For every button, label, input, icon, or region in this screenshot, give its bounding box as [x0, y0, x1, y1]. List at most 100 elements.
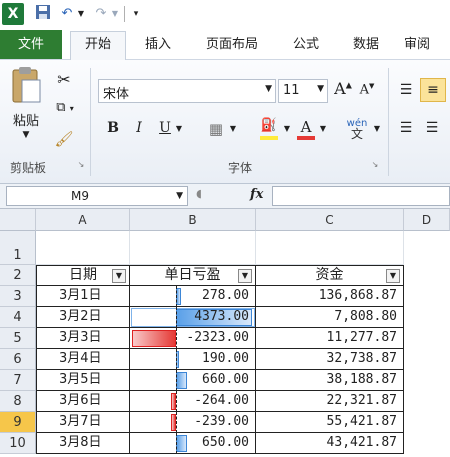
insert-function-icon[interactable]: fx: [250, 187, 263, 202]
tab-home[interactable]: 开始: [70, 31, 126, 60]
customize-qat-icon[interactable]: ▾: [130, 4, 142, 24]
filter-dropdown-icon[interactable]: ▼: [386, 269, 400, 283]
header-cell-date[interactable]: 日期 ▼: [36, 265, 130, 286]
underline-button[interactable]: U: [156, 120, 174, 136]
cell-date[interactable]: 3月2日: [36, 307, 130, 328]
cell-daily-pl[interactable]: 4373.00: [130, 307, 256, 328]
font-color-dropdown-icon[interactable]: ▼: [318, 124, 328, 133]
paste-dropdown-icon[interactable]: ▼: [18, 130, 34, 140]
cut-icon[interactable]: ✂: [54, 70, 74, 89]
fill-color-dropdown-icon[interactable]: ▼: [282, 124, 292, 133]
bold-button[interactable]: B: [104, 120, 122, 136]
cell-date[interactable]: 3月7日: [36, 412, 130, 433]
column-header-c[interactable]: C: [256, 209, 404, 231]
row-header-4[interactable]: 4: [0, 307, 36, 328]
cell-date[interactable]: 3月4日: [36, 349, 130, 370]
undo-dropdown-icon[interactable]: ▼: [76, 4, 86, 24]
font-color-button[interactable]: A: [296, 118, 316, 140]
grow-font-button[interactable]: A▲: [332, 79, 354, 98]
row-header-9[interactable]: 9: [0, 412, 36, 433]
column-header-d[interactable]: D: [404, 209, 450, 231]
group-separator: [388, 68, 389, 176]
cell-date[interactable]: 3月6日: [36, 391, 130, 412]
cell-date[interactable]: 3月3日: [36, 328, 130, 349]
cell-fund[interactable]: 7,808.80: [256, 307, 404, 328]
row-header-5[interactable]: 5: [0, 328, 36, 349]
cell-a1[interactable]: [36, 231, 130, 265]
cell-daily-pl[interactable]: -2323.00: [130, 328, 256, 349]
formula-bar: M9 ▼ ◖ fx: [0, 184, 450, 209]
row-header-6[interactable]: 6: [0, 349, 36, 370]
name-box[interactable]: M9 ▼: [6, 186, 188, 206]
save-icon[interactable]: [34, 4, 52, 24]
tab-formulas[interactable]: 公式: [286, 32, 326, 58]
cell-fund[interactable]: 11,277.87: [256, 328, 404, 349]
cell-fund[interactable]: 38,188.87: [256, 370, 404, 391]
cell-b1[interactable]: [130, 231, 256, 265]
formula-input[interactable]: [272, 186, 450, 206]
shrink-font-button[interactable]: A▼: [356, 82, 378, 97]
cell-fund[interactable]: 22,321.87: [256, 391, 404, 412]
row-header-10[interactable]: 10: [0, 433, 36, 454]
align-left-icon[interactable]: ☰: [396, 120, 416, 136]
cell-fund[interactable]: 43,421.87: [256, 433, 404, 454]
select-all-corner[interactable]: [0, 209, 36, 231]
cell-daily-pl[interactable]: 660.00: [130, 370, 256, 391]
fill-color-icon[interactable]: ⛽: [258, 118, 280, 140]
filter-dropdown-icon[interactable]: ▼: [238, 269, 252, 283]
row-header-8[interactable]: 8: [0, 391, 36, 412]
tab-data[interactable]: 数据: [346, 32, 386, 58]
excel-app-icon[interactable]: X: [2, 3, 24, 25]
undo-icon[interactable]: ↶: [58, 4, 76, 24]
redo-dropdown-icon[interactable]: ▼: [110, 4, 120, 24]
column-header-b[interactable]: B: [130, 209, 256, 231]
cell-date[interactable]: 3月8日: [36, 433, 130, 454]
font-launcher-icon[interactable]: ↘: [370, 160, 380, 169]
copy-icon[interactable]: ⧉ ▾: [52, 100, 78, 115]
redo-icon[interactable]: ↷: [92, 4, 110, 24]
cell-daily-pl[interactable]: 278.00: [130, 286, 256, 307]
row-header-3[interactable]: 3: [0, 286, 36, 307]
cell-daily-pl[interactable]: 650.00: [130, 433, 256, 454]
align-top-icon[interactable]: ☰: [396, 82, 416, 98]
ribbon-home: 粘贴 ▼ ✂ ⧉ ▾ 🖌 剪贴板 ↘ 宋体 ▼ 11 ▼ A▲ A▼ B I U…: [0, 60, 450, 184]
cell-fund[interactable]: 55,421.87: [256, 412, 404, 433]
row-header-1[interactable]: 1: [0, 231, 36, 265]
date-value: 3月2日: [59, 309, 102, 324]
align-center-icon[interactable]: ☰: [422, 120, 442, 136]
cell-fund[interactable]: 136,868.87: [256, 286, 404, 307]
tab-file[interactable]: 文件: [0, 30, 62, 59]
cell-date[interactable]: 3月5日: [36, 370, 130, 391]
format-painter-icon[interactable]: 🖌: [54, 130, 74, 148]
font-name-select[interactable]: 宋体 ▼: [98, 79, 276, 103]
tab-insert[interactable]: 插入: [138, 32, 178, 58]
row-header-2[interactable]: 2: [0, 265, 36, 286]
borders-icon[interactable]: ▦: [206, 120, 226, 138]
font-size-select[interactable]: 11 ▼: [278, 79, 328, 103]
row-header-7[interactable]: 7: [0, 370, 36, 391]
resize-namebox-handle[interactable]: ◖: [192, 187, 206, 200]
cell-c1[interactable]: [256, 231, 404, 265]
data-bar-axis: [176, 433, 177, 453]
column-header-a[interactable]: A: [36, 209, 130, 231]
header-cell-fund[interactable]: 资金 ▼: [256, 265, 404, 286]
tab-review[interactable]: 审阅: [404, 32, 450, 58]
tab-page-layout[interactable]: 页面布局: [198, 32, 266, 58]
chevron-down-icon[interactable]: ▼: [176, 187, 183, 205]
cell-daily-pl[interactable]: -239.00: [130, 412, 256, 433]
underline-dropdown-icon[interactable]: ▼: [174, 124, 184, 133]
clipboard-launcher-icon[interactable]: ↘: [76, 160, 86, 169]
filter-dropdown-icon[interactable]: ▼: [112, 269, 126, 283]
phonetic-guide-icon[interactable]: wén 文: [344, 118, 370, 140]
paste-icon[interactable]: [8, 66, 44, 108]
header-cell-daily-pl[interactable]: 单日亏盈 ▼: [130, 265, 256, 286]
phonetic-dropdown-icon[interactable]: ▼: [372, 124, 382, 133]
cell-daily-pl[interactable]: -264.00: [130, 391, 256, 412]
align-middle-icon[interactable]: ≡: [420, 78, 446, 102]
paste-label[interactable]: 粘贴: [8, 110, 44, 129]
borders-dropdown-icon[interactable]: ▼: [228, 124, 238, 133]
italic-button[interactable]: I: [130, 120, 148, 136]
cell-fund[interactable]: 32,738.87: [256, 349, 404, 370]
cell-daily-pl[interactable]: 190.00: [130, 349, 256, 370]
cell-date[interactable]: 3月1日: [36, 286, 130, 307]
